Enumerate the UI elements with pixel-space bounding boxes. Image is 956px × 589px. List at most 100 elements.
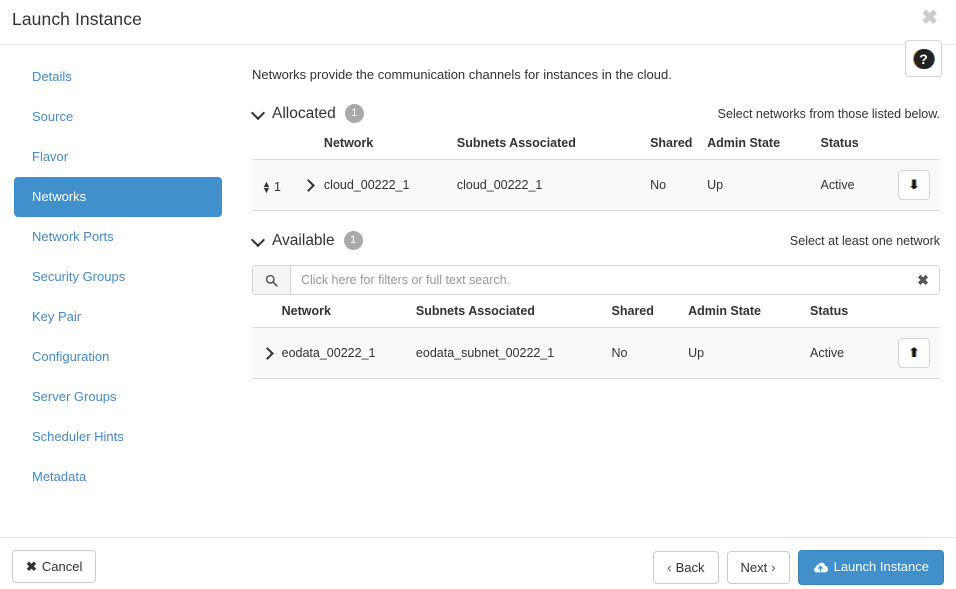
available-header-row: Network Subnets Associated Shared Admin …: [252, 304, 940, 328]
next-button-label: Next: [740, 560, 768, 575]
available-count-badge: 1: [343, 230, 363, 250]
available-table-body: eodata_00222_1 eodata_subnet_00222_1 No …: [252, 327, 940, 379]
launch-instance-button[interactable]: Launch Instance: [797, 550, 944, 585]
allocated-col-shared: Shared: [650, 136, 693, 150]
chevron-down-icon: [252, 107, 264, 119]
sidebar-item-details[interactable]: Details: [14, 57, 222, 97]
chevron-left-icon: ‹: [667, 560, 672, 575]
allocated-col-expand: [303, 136, 324, 160]
allocated-table-body: ▲ ▼ 1 cloud_00222_1 cloud_00222_1 No Up A…: [252, 159, 940, 211]
sort-arrows-icon: ▲ ▼: [262, 179, 271, 195]
sidebar-item-networks[interactable]: Networks: [14, 177, 222, 217]
allocated-title: Allocated: [272, 105, 336, 122]
allocated-section-header: Allocated 1 Select networks from those l…: [252, 103, 940, 127]
available-row-admin: Up: [688, 327, 811, 379]
back-button[interactable]: ‹ Back: [653, 551, 719, 584]
wizard-sidebar: Details Source Flavor Networks Network P…: [0, 45, 236, 497]
table-row: eodata_00222_1 eodata_subnet_00222_1 No …: [252, 327, 940, 379]
chevron-right-icon[interactable]: [262, 348, 273, 359]
available-title: Available: [272, 232, 335, 249]
available-row-network: eodata_00222_1: [281, 327, 416, 379]
sidebar-item-metadata[interactable]: Metadata: [14, 457, 222, 497]
chevron-right-icon: ›: [771, 560, 776, 575]
networks-panel: Networks provide the communication chann…: [236, 45, 956, 537]
allocated-col-action: [889, 136, 940, 160]
allocated-row-index: 1: [274, 180, 281, 194]
drag-handle-icon[interactable]: ▲ ▼ 1: [262, 179, 281, 195]
sidebar-item-security-groups[interactable]: Security Groups: [14, 257, 222, 297]
allocated-row-expand-cell: [302, 159, 324, 211]
available-row-action-cell: ⬆: [888, 327, 940, 379]
cancel-button-label: Cancel: [41, 559, 83, 574]
sidebar-item-network-ports[interactable]: Network Ports: [14, 217, 222, 257]
launch-instance-modal: Launch Instance ✖ ? Details Source Flavo…: [0, 0, 956, 589]
allocated-header-row: Network Subnets Associated Shared Admin …: [252, 136, 940, 160]
chevron-right-icon[interactable]: [303, 180, 314, 191]
available-row-expand-cell: [252, 327, 282, 379]
allocated-col-subnets: Subnets Associated: [456, 136, 576, 150]
cancel-button[interactable]: ✖ Cancel: [12, 550, 97, 583]
available-col-status: Status: [810, 304, 849, 318]
sidebar-item-server-groups[interactable]: Server Groups: [14, 377, 222, 417]
allocated-row-action-cell: ⬇: [888, 159, 940, 211]
allocated-table: Network Subnets Associated Shared Admin …: [252, 136, 940, 211]
sidebar-item-scheduler-hints[interactable]: Scheduler Hints: [14, 417, 222, 457]
search-icon: [253, 266, 291, 294]
modal-body: Details Source Flavor Networks Network P…: [0, 45, 956, 537]
back-button-label: Back: [675, 560, 705, 575]
arrow-up-icon: ⬆: [908, 345, 920, 361]
deallocate-network-button[interactable]: ⬇: [898, 170, 930, 200]
allocated-col-status: Status: [820, 136, 859, 150]
available-section-toggle[interactable]: Available 1: [252, 230, 363, 252]
available-table-head: Network Subnets Associated Shared Admin …: [252, 304, 940, 328]
allocated-section-toggle[interactable]: Allocated 1: [252, 103, 364, 125]
sidebar-item-key-pair[interactable]: Key Pair: [14, 297, 222, 337]
available-row-subnets: eodata_subnet_00222_1: [415, 327, 612, 379]
sidebar-item-configuration[interactable]: Configuration: [14, 337, 222, 377]
close-icon[interactable]: ✖: [917, 6, 942, 30]
available-col-expand: [252, 304, 282, 328]
allocated-col-order: [252, 136, 303, 160]
available-col-subnets: Subnets Associated: [415, 304, 535, 318]
close-x-icon: ✖: [26, 559, 37, 574]
allocated-col-network: Network: [323, 136, 374, 150]
allocated-hint: Select networks from those listed below.: [717, 107, 940, 121]
footer-actions: ‹ Back Next › Launch Instance: [653, 550, 944, 585]
sidebar-item-flavor[interactable]: Flavor: [14, 137, 222, 177]
allocated-col-admin: Admin State: [707, 136, 781, 150]
allocated-table-head: Network Subnets Associated Shared Admin …: [252, 136, 940, 160]
available-col-network: Network: [281, 304, 331, 318]
allocated-row-status: Active: [820, 159, 889, 211]
question-mark-icon: ?: [913, 48, 934, 69]
available-search-bar: ✖: [252, 265, 940, 295]
allocated-count-badge: 1: [344, 103, 364, 123]
allocated-row-shared: No: [650, 159, 708, 211]
cloud-upload-icon: [813, 560, 828, 577]
help-button[interactable]: ?: [905, 40, 942, 77]
allocated-row-admin: Up: [707, 159, 821, 211]
available-table: Network Subnets Associated Shared Admin …: [252, 304, 940, 379]
available-row-status: Active: [810, 327, 889, 379]
allocated-row-subnets: cloud_00222_1: [456, 159, 651, 211]
modal-header: Launch Instance ✖: [0, 0, 956, 45]
page-title: Launch Instance: [12, 9, 142, 29]
launch-instance-button-label: Launch Instance: [833, 559, 929, 574]
chevron-down-icon: [252, 234, 264, 246]
available-row-shared: No: [611, 327, 689, 379]
next-button[interactable]: Next ›: [726, 551, 790, 584]
available-col-admin: Admin State: [688, 304, 762, 318]
search-input[interactable]: [291, 266, 907, 294]
allocate-network-button[interactable]: ⬆: [898, 338, 930, 368]
panel-description: Networks provide the communication chann…: [252, 67, 672, 82]
sidebar-item-source[interactable]: Source: [14, 97, 222, 137]
allocated-row-order-cell: ▲ ▼ 1: [252, 159, 303, 211]
allocated-row-network: cloud_00222_1: [323, 159, 457, 211]
available-hint: Select at least one network: [789, 234, 940, 248]
available-col-shared: Shared: [611, 304, 654, 318]
modal-footer: ✖ Cancel ‹ Back Next › Launch Instance: [0, 537, 956, 589]
arrow-down-icon: ⬇: [908, 177, 920, 193]
available-col-action: [888, 304, 940, 328]
table-row: ▲ ▼ 1 cloud_00222_1 cloud_00222_1 No Up A…: [252, 159, 940, 211]
clear-search-icon[interactable]: ✖: [907, 266, 939, 294]
available-section-header: Available 1 Select at least one network: [252, 230, 940, 254]
